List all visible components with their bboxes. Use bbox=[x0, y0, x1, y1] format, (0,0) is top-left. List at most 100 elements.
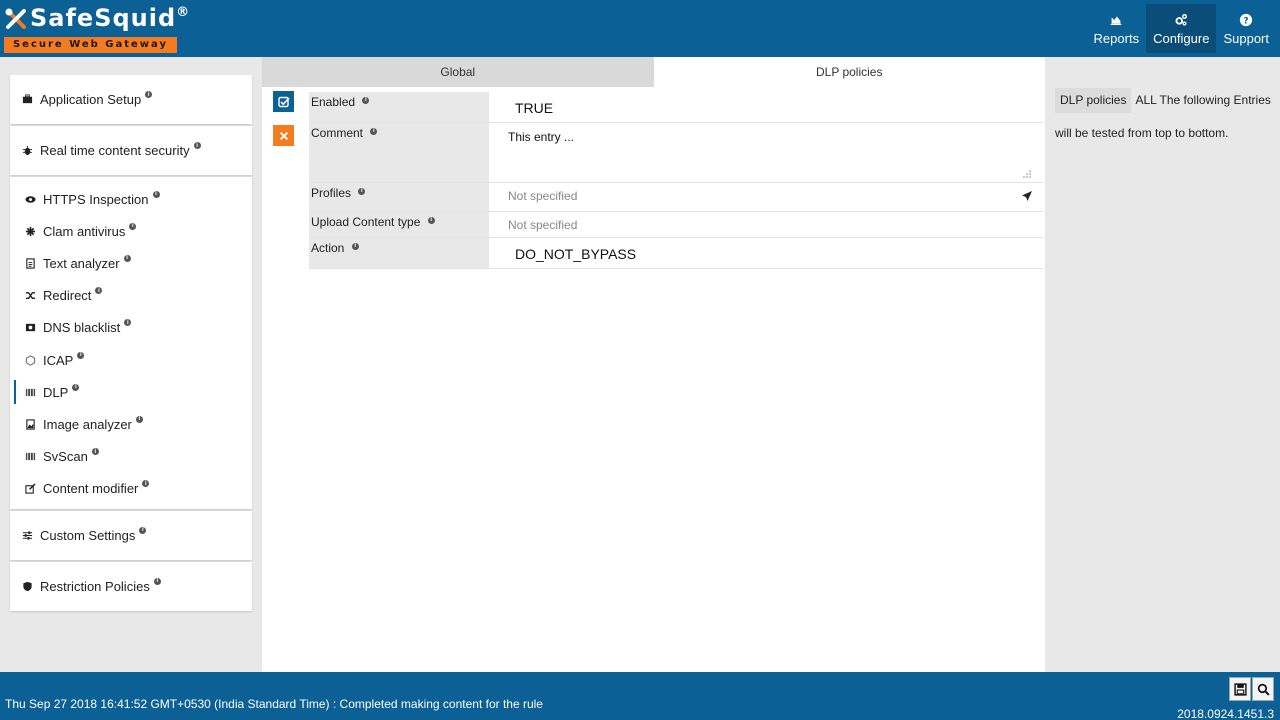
sidebar-item-label: Real time content security bbox=[40, 143, 190, 158]
sidebar-item-clam-antivirus[interactable]: Clam antivirus i bbox=[10, 215, 252, 247]
help-text-1: ALL The following Entries bbox=[1135, 93, 1271, 107]
profiles-field[interactable]: Not specified bbox=[489, 183, 1043, 211]
tab-bar: Global DLP policies bbox=[262, 57, 1045, 87]
sidebar-item-redirect[interactable]: Redirect i bbox=[10, 280, 252, 312]
profiles-label: Profiles i bbox=[309, 183, 489, 211]
info-icon[interactable]: i bbox=[427, 216, 435, 224]
info-icon[interactable]: i bbox=[135, 415, 143, 423]
status-message: Thu Sep 27 2018 16:41:52 GMT+0530 (India… bbox=[5, 697, 543, 711]
upload-content-type-field[interactable]: Not specified bbox=[489, 212, 1043, 237]
upload-label-text: Upload Content type bbox=[311, 215, 421, 229]
info-icon[interactable]: i bbox=[129, 222, 137, 230]
close-icon bbox=[279, 131, 288, 140]
dns-icon bbox=[23, 321, 37, 335]
info-icon[interactable]: i bbox=[91, 448, 99, 456]
sidebar-item-label: Restriction Policies bbox=[40, 578, 150, 594]
bug-icon bbox=[23, 224, 37, 238]
comment-label: Comment i bbox=[309, 123, 489, 182]
nav-support-label: Support bbox=[1223, 30, 1269, 46]
info-icon[interactable]: i bbox=[123, 254, 131, 262]
resize-handle-icon[interactable] bbox=[1023, 170, 1031, 178]
info-icon[interactable]: i bbox=[139, 526, 147, 534]
sidebar-item-dns-blacklist[interactable]: DNS blacklist i bbox=[10, 312, 252, 344]
action-value[interactable]: DO_NOT_BYPASS bbox=[489, 238, 1043, 268]
help-panel: DLP policies ALL The following Entries wi… bbox=[1055, 88, 1275, 142]
nav-configure[interactable]: Configure bbox=[1146, 4, 1217, 53]
sidebar-item-label: Image analyzer bbox=[43, 416, 132, 432]
save-config-button[interactable] bbox=[1229, 677, 1251, 701]
sidebar-item-svscan[interactable]: SvScan i bbox=[10, 441, 252, 473]
info-icon[interactable]: i bbox=[95, 287, 103, 295]
info-icon[interactable]: i bbox=[358, 187, 366, 195]
sidebar-item-image-analyzer[interactable]: Image analyzer i bbox=[10, 408, 252, 440]
save-entry-button[interactable] bbox=[273, 91, 294, 112]
search-button[interactable] bbox=[1252, 677, 1274, 701]
sidebar-item-application-setup[interactable]: Application Setup i bbox=[10, 75, 252, 124]
row-upload-content-type: Upload Content type i Not specified bbox=[309, 212, 1043, 238]
status-bar: Thu Sep 27 2018 16:41:52 GMT+0530 (India… bbox=[0, 672, 1280, 720]
info-icon[interactable]: i bbox=[77, 351, 85, 359]
info-icon[interactable]: i bbox=[362, 96, 370, 104]
image-icon bbox=[23, 417, 37, 431]
safesquid-logo[interactable]: SafeSquid® Secure Web Gateway bbox=[4, 3, 189, 53]
info-icon[interactable]: i bbox=[193, 142, 201, 149]
top-nav: Reports Configure ? Support bbox=[1087, 4, 1276, 53]
enabled-value[interactable]: TRUE bbox=[489, 92, 1043, 122]
version-label: 2018.0924.1451.3 bbox=[1177, 707, 1274, 720]
info-icon[interactable]: i bbox=[124, 319, 132, 327]
sidebar-item-label: HTTPS Inspection bbox=[43, 191, 149, 207]
info-icon[interactable]: i bbox=[152, 190, 160, 198]
eye-icon bbox=[23, 192, 37, 206]
sidebar-group-application-setup: Application Setup i bbox=[10, 75, 252, 124]
main-panel: Global DLP policies Enabled i TRUE Comme… bbox=[262, 57, 1045, 672]
comment-textarea[interactable]: This entry ... bbox=[489, 123, 1043, 182]
nav-reports[interactable]: Reports bbox=[1087, 4, 1147, 53]
tools-icon bbox=[5, 8, 26, 29]
sidebar-group-modules: HTTPS Inspection i Clam antivirus i Text… bbox=[10, 177, 252, 509]
profiles-label-text: Profiles bbox=[311, 186, 352, 200]
sidebar-group-restriction-policies: Restriction Policies i bbox=[10, 561, 252, 611]
info-icon[interactable]: i bbox=[145, 91, 153, 98]
barcode-icon bbox=[23, 450, 37, 464]
enabled-label-text: Enabled bbox=[311, 95, 356, 109]
sidebar-item-content-modifier[interactable]: Content modifier i bbox=[10, 473, 252, 505]
info-icon[interactable]: i bbox=[351, 242, 359, 250]
sidebar-item-label: Text analyzer bbox=[43, 255, 120, 271]
row-action: Action i DO_NOT_BYPASS bbox=[309, 238, 1043, 269]
sidebar-item-label: DLP bbox=[43, 384, 69, 400]
sidebar: Application Setup i Real time content se… bbox=[10, 75, 252, 613]
cogs-icon bbox=[1175, 13, 1188, 26]
briefcase-icon bbox=[20, 93, 34, 107]
sidebar-item-text-analyzer[interactable]: Text analyzer i bbox=[10, 247, 252, 279]
sidebar-item-real-time-content-security[interactable]: Real time content security i bbox=[10, 126, 252, 175]
sidebar-item-icap[interactable]: ICAP i bbox=[10, 344, 252, 376]
delete-entry-button[interactable] bbox=[273, 125, 294, 146]
row-profiles: Profiles i Not specified bbox=[309, 183, 1043, 212]
help-text-2: will be tested from top to bottom. bbox=[1055, 126, 1229, 140]
sidebar-item-label: Redirect bbox=[43, 288, 92, 304]
svg-text:?: ? bbox=[1244, 16, 1249, 26]
check-square-icon bbox=[277, 96, 290, 107]
sidebar-item-dlp[interactable]: DLP i bbox=[10, 376, 252, 408]
sidebar-item-label: Application Setup bbox=[40, 92, 142, 107]
info-icon[interactable]: i bbox=[72, 383, 80, 391]
sliders-icon bbox=[20, 528, 34, 542]
upload-content-type-label: Upload Content type i bbox=[309, 212, 489, 237]
sidebar-item-https-inspection[interactable]: HTTPS Inspection i bbox=[10, 183, 252, 215]
info-icon[interactable]: i bbox=[153, 577, 161, 585]
info-icon[interactable]: i bbox=[370, 127, 378, 135]
sidebar-item-label: DNS blacklist bbox=[43, 320, 121, 336]
brand-tagline: Secure Web Gateway bbox=[4, 37, 177, 53]
sidebar-item-restriction-policies[interactable]: Restriction Policies i bbox=[10, 562, 252, 611]
nav-support[interactable]: ? Support bbox=[1216, 4, 1276, 53]
hexagon-icon bbox=[23, 353, 37, 367]
sidebar-item-label: SvScan bbox=[43, 449, 88, 465]
send-icon[interactable] bbox=[1021, 190, 1033, 202]
file-text-icon bbox=[23, 256, 37, 270]
tab-global[interactable]: Global bbox=[262, 57, 654, 87]
tab-dlp-policies[interactable]: DLP policies bbox=[653, 57, 1045, 87]
info-icon[interactable]: i bbox=[142, 480, 150, 488]
top-bar: SafeSquid® Secure Web Gateway Reports Co… bbox=[0, 0, 1280, 57]
sidebar-item-custom-settings[interactable]: Custom Settings i bbox=[10, 511, 252, 560]
sidebar-item-label: Content modifier bbox=[43, 481, 139, 497]
